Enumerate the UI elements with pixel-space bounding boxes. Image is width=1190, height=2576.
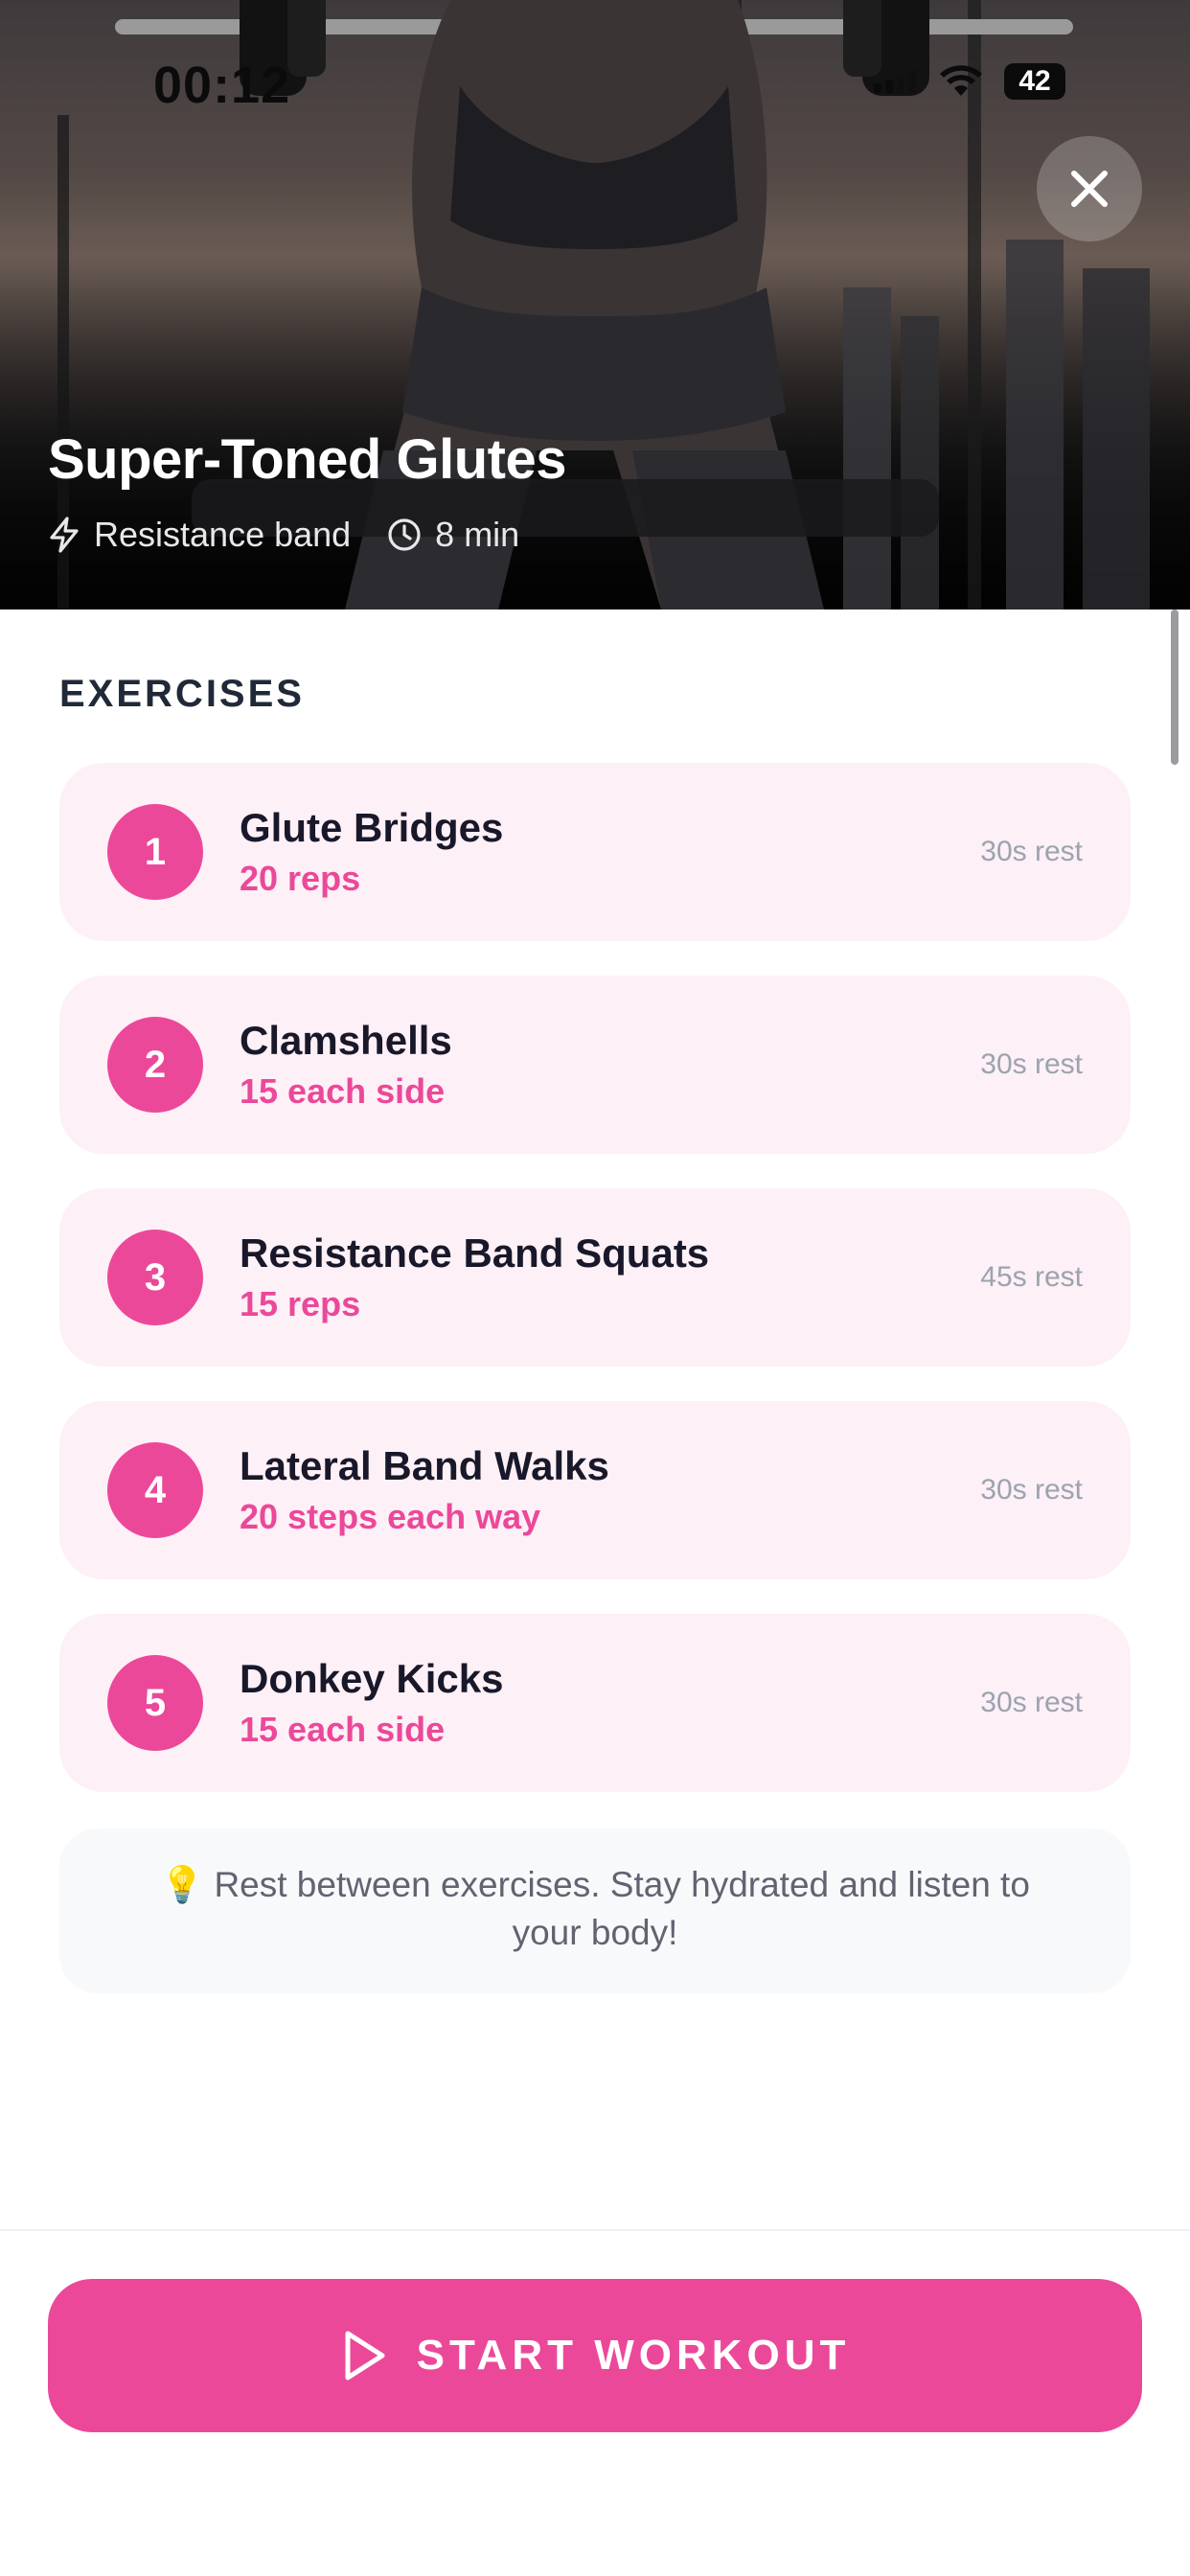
status-icons: 42 bbox=[874, 63, 1065, 100]
duration-info: 8 min bbox=[387, 515, 519, 555]
workout-title: Super-Toned Glutes bbox=[48, 428, 566, 491]
exercise-reps: 20 steps each way bbox=[240, 1497, 541, 1536]
exercise-rest: 30s rest bbox=[980, 836, 1083, 867]
exercise-card[interactable]: 1 Glute Bridges 20 reps 30s rest bbox=[59, 763, 1131, 941]
exercise-reps: 20 reps bbox=[240, 859, 361, 898]
battery-icon: 42 bbox=[1004, 63, 1065, 100]
section-title: EXERCISES bbox=[59, 673, 305, 715]
exercise-reps: 15 reps bbox=[240, 1284, 361, 1323]
exercise-text: Donkey Kicks 15 each side bbox=[240, 1654, 980, 1752]
exercise-name: Clamshells bbox=[240, 1018, 452, 1063]
close-button[interactable] bbox=[1037, 136, 1142, 242]
start-workout-label: START WORKOUT bbox=[416, 2332, 851, 2379]
exercise-text: Clamshells 15 each side bbox=[240, 1016, 980, 1114]
exercise-rest: 30s rest bbox=[980, 1474, 1083, 1506]
exercise-text: Glute Bridges 20 reps bbox=[240, 803, 980, 901]
exercise-list: 1 Glute Bridges 20 reps 30s rest 2 Clams… bbox=[59, 763, 1131, 1827]
tip-text: Rest between exercises. Stay hydrated an… bbox=[214, 1865, 1030, 1952]
duration-label: 8 min bbox=[435, 515, 520, 554]
exercise-name: Lateral Band Walks bbox=[240, 1443, 609, 1488]
equipment-label: Resistance band bbox=[94, 515, 352, 554]
exercise-rest: 30s rest bbox=[980, 1048, 1083, 1080]
exercise-number: 4 bbox=[107, 1442, 203, 1538]
hero-image: 00:12 42 Super-Toned Glutes Resistance b… bbox=[0, 0, 1190, 610]
workout-meta: Resistance band 8 min bbox=[48, 515, 519, 555]
equipment-info: Resistance band bbox=[48, 515, 351, 555]
close-icon bbox=[1071, 171, 1108, 207]
clock-icon bbox=[388, 518, 421, 551]
scrollbar[interactable] bbox=[1171, 610, 1179, 765]
status-time: 00:12 bbox=[153, 57, 291, 114]
exercise-reps: 15 each side bbox=[240, 1071, 446, 1111]
signal-icon bbox=[874, 70, 916, 93]
bottom-divider bbox=[0, 2229, 1190, 2231]
exercise-text: Lateral Band Walks 20 steps each way bbox=[240, 1441, 980, 1539]
exercise-number: 1 bbox=[107, 804, 203, 900]
wifi-icon bbox=[940, 65, 982, 96]
exercise-name: Glute Bridges bbox=[240, 805, 504, 850]
tip-box: 💡 Rest between exercises. Stay hydrated … bbox=[59, 1828, 1131, 1993]
start-workout-button[interactable]: START WORKOUT bbox=[48, 2279, 1142, 2432]
exercise-card[interactable]: 5 Donkey Kicks 15 each side 30s rest bbox=[59, 1614, 1131, 1792]
workout-detail-screen: 00:12 42 Super-Toned Glutes Resistance b… bbox=[0, 0, 1190, 2576]
exercise-text: Resistance Band Squats 15 reps bbox=[240, 1229, 980, 1326]
exercise-card[interactable]: 3 Resistance Band Squats 15 reps 45s res… bbox=[59, 1188, 1131, 1367]
exercise-number: 3 bbox=[107, 1230, 203, 1325]
exercise-rest: 30s rest bbox=[980, 1687, 1083, 1718]
lightning-icon bbox=[50, 517, 79, 553]
play-icon bbox=[345, 2331, 385, 2380]
lightbulb-icon: 💡 bbox=[160, 1865, 205, 1904]
exercise-name: Donkey Kicks bbox=[240, 1656, 504, 1701]
exercise-name: Resistance Band Squats bbox=[240, 1230, 710, 1276]
exercise-number: 2 bbox=[107, 1017, 203, 1113]
exercise-card[interactable]: 4 Lateral Band Walks 20 steps each way 3… bbox=[59, 1401, 1131, 1579]
exercise-card[interactable]: 2 Clamshells 15 each side 30s rest bbox=[59, 976, 1131, 1154]
exercise-rest: 45s rest bbox=[980, 1261, 1083, 1293]
exercise-reps: 15 each side bbox=[240, 1710, 446, 1749]
exercise-number: 5 bbox=[107, 1655, 203, 1751]
